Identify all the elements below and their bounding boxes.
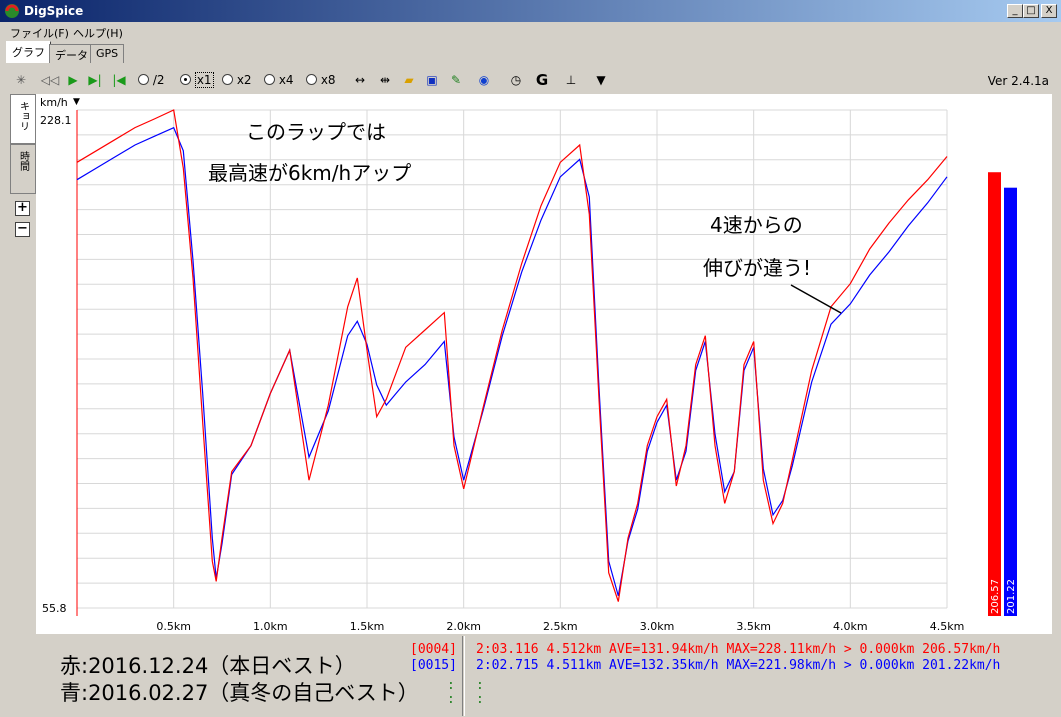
speed-radio-label: x8 bbox=[320, 73, 336, 87]
speed-radio-label: /2 bbox=[152, 73, 165, 87]
globe-icon[interactable]: ◉ bbox=[474, 70, 494, 90]
info-dot: : bbox=[476, 692, 484, 707]
radio-icon bbox=[306, 74, 317, 85]
graph-area[interactable]: km/h ▼ 0.5km 1.0km 1.5km 2.0km 2.5km 3.0km 3.5… bbox=[36, 94, 1052, 634]
close-button[interactable]: X bbox=[1041, 4, 1057, 18]
menu-help[interactable]: ヘルプ(H) bbox=[73, 25, 123, 41]
window-title: DigSpice bbox=[24, 4, 84, 18]
minimize-button[interactable]: _ bbox=[1007, 4, 1023, 18]
x-tick-label: 2.0km bbox=[446, 620, 481, 633]
radio-icon bbox=[264, 74, 275, 85]
tab-strip: グラフ データ GPS bbox=[0, 41, 1061, 63]
x-tick-label: 4.5km bbox=[930, 620, 965, 633]
y-tick-label-min: 55.8 bbox=[42, 602, 67, 615]
zoom-out-button[interactable]: − bbox=[15, 222, 30, 237]
speed-radio-x4[interactable]: x4 bbox=[264, 70, 298, 90]
toolbar: ✳ ◁◁ ▶ ▶| |◀ /2 x1 x2 x4 x8 ↔ ⇹ ▰ ▣ ✎ ◉ … bbox=[0, 66, 1061, 94]
speed-radio-half[interactable]: /2 bbox=[138, 70, 172, 90]
x-tick-label: 3.0km bbox=[640, 620, 675, 633]
code-dot: : bbox=[447, 692, 455, 707]
annotation-lap: このラップでは bbox=[246, 120, 386, 144]
info-red: 2:03.116 4.512km AVE=131.94km/h MAX=228.… bbox=[476, 642, 1001, 657]
radio-icon bbox=[138, 74, 149, 85]
annotation-gear4: 4速からの bbox=[710, 213, 803, 237]
annotation-difference: 伸びが違う! bbox=[703, 256, 812, 280]
x-ticks: 0.5km 1.0km 1.5km 2.0km 2.5km 3.0km 3.5km 4.0km… bbox=[156, 620, 964, 633]
tab-data[interactable]: データ bbox=[49, 44, 94, 63]
save-icon[interactable]: ▣ bbox=[423, 70, 441, 90]
x-tick-label: 1.0km bbox=[253, 620, 288, 633]
code-red[interactable]: [0004] bbox=[410, 642, 457, 657]
x-tick-label: 0.5km bbox=[156, 620, 191, 633]
vtab-distance-label: キョリ bbox=[17, 101, 29, 131]
x-tick-label: 3.5km bbox=[736, 620, 771, 633]
max-bar-red-label: 206.57 bbox=[990, 579, 1001, 614]
code-dot: : bbox=[447, 678, 455, 693]
radio-icon bbox=[222, 74, 233, 85]
version-label: Ver 2.4.1a bbox=[987, 74, 1049, 88]
reset-icon[interactable]: ✳ bbox=[12, 70, 30, 90]
g-force-button[interactable]: G bbox=[532, 70, 552, 90]
divider bbox=[462, 636, 465, 716]
max-bar-red bbox=[988, 172, 1001, 616]
rewind-icon[interactable]: ◁◁ bbox=[40, 70, 60, 90]
app-icon bbox=[5, 4, 19, 18]
dropdown-arrow-icon[interactable]: ▼ bbox=[591, 70, 611, 90]
series-blue-line bbox=[76, 126, 948, 597]
zoom-in-button[interactable]: + bbox=[15, 201, 30, 216]
max-bar-blue bbox=[1004, 187, 1017, 616]
code-blue[interactable]: [0015] bbox=[410, 658, 457, 673]
x-tick-label: 2.5km bbox=[543, 620, 578, 633]
speed-radio-x8[interactable]: x8 bbox=[306, 70, 340, 90]
tab-graph[interactable]: グラフ bbox=[6, 41, 51, 63]
speed-radio-label: x2 bbox=[236, 73, 252, 87]
speed-radio-x2[interactable]: x2 bbox=[222, 70, 256, 90]
step-forward-icon[interactable]: ▶| bbox=[86, 70, 104, 90]
speed-radio-label: x1 bbox=[194, 72, 214, 88]
menu-bar: ファイル(F) ヘルプ(H) bbox=[0, 22, 1061, 41]
info-dot: : bbox=[476, 678, 484, 693]
title-bar: DigSpice _ □ X bbox=[0, 0, 1061, 22]
info-blue: 2:02.715 4.511km AVE=132.35km/h MAX=221.… bbox=[476, 658, 1001, 673]
maximize-button[interactable]: □ bbox=[1023, 4, 1039, 18]
speed-chart: 0.5km 1.0km 1.5km 2.0km 2.5km 3.0km 3.5km 4.0km… bbox=[40, 109, 1017, 633]
speed-radio-label: x4 bbox=[278, 73, 294, 87]
annotation-max-speed: 最高速が6km/hアップ bbox=[208, 161, 412, 185]
speed-radio-x1[interactable]: x1 bbox=[180, 70, 214, 90]
menu-file[interactable]: ファイル(F) bbox=[10, 25, 69, 41]
vtab-distance[interactable]: キョリ bbox=[10, 94, 36, 144]
x-tick-label: 4.0km bbox=[833, 620, 868, 633]
tab-gps[interactable]: GPS bbox=[90, 44, 125, 63]
max-bar-blue-label: 201.22 bbox=[1006, 579, 1017, 614]
vtab-time[interactable]: 時間 bbox=[10, 144, 36, 194]
legend-red: 赤:2016.12.24（本日ベスト） bbox=[60, 654, 356, 678]
clock-icon[interactable]: ◷ bbox=[506, 70, 526, 90]
vertical-range-icon[interactable]: ⊥ bbox=[561, 70, 581, 90]
shrink-horizontal-icon[interactable]: ⇹ bbox=[375, 70, 395, 90]
edit-icon[interactable]: ✎ bbox=[447, 70, 465, 90]
y-ticks: 228.1 55.8 bbox=[40, 114, 72, 615]
vtab-time-label: 時間 bbox=[17, 151, 29, 171]
info-panel: 赤:2016.12.24（本日ベスト） 青:2016.02.27（真冬の自己ベス… bbox=[0, 634, 1061, 717]
open-folder-icon[interactable]: ▰ bbox=[400, 70, 418, 90]
radio-selected-icon bbox=[180, 74, 191, 85]
play-icon[interactable]: ▶ bbox=[64, 70, 82, 90]
expand-horizontal-icon[interactable]: ↔ bbox=[350, 70, 370, 90]
max-speed-bars: 206.57 201.22 bbox=[988, 172, 1017, 616]
x-tick-label: 1.5km bbox=[350, 620, 385, 633]
y-tick-label-max: 228.1 bbox=[40, 114, 72, 127]
side-panel: キョリ 時間 + − bbox=[10, 94, 36, 634]
step-back-icon[interactable]: |◀ bbox=[110, 70, 128, 90]
legend-blue: 青:2016.02.27（真冬の自己ベスト） bbox=[60, 681, 419, 705]
